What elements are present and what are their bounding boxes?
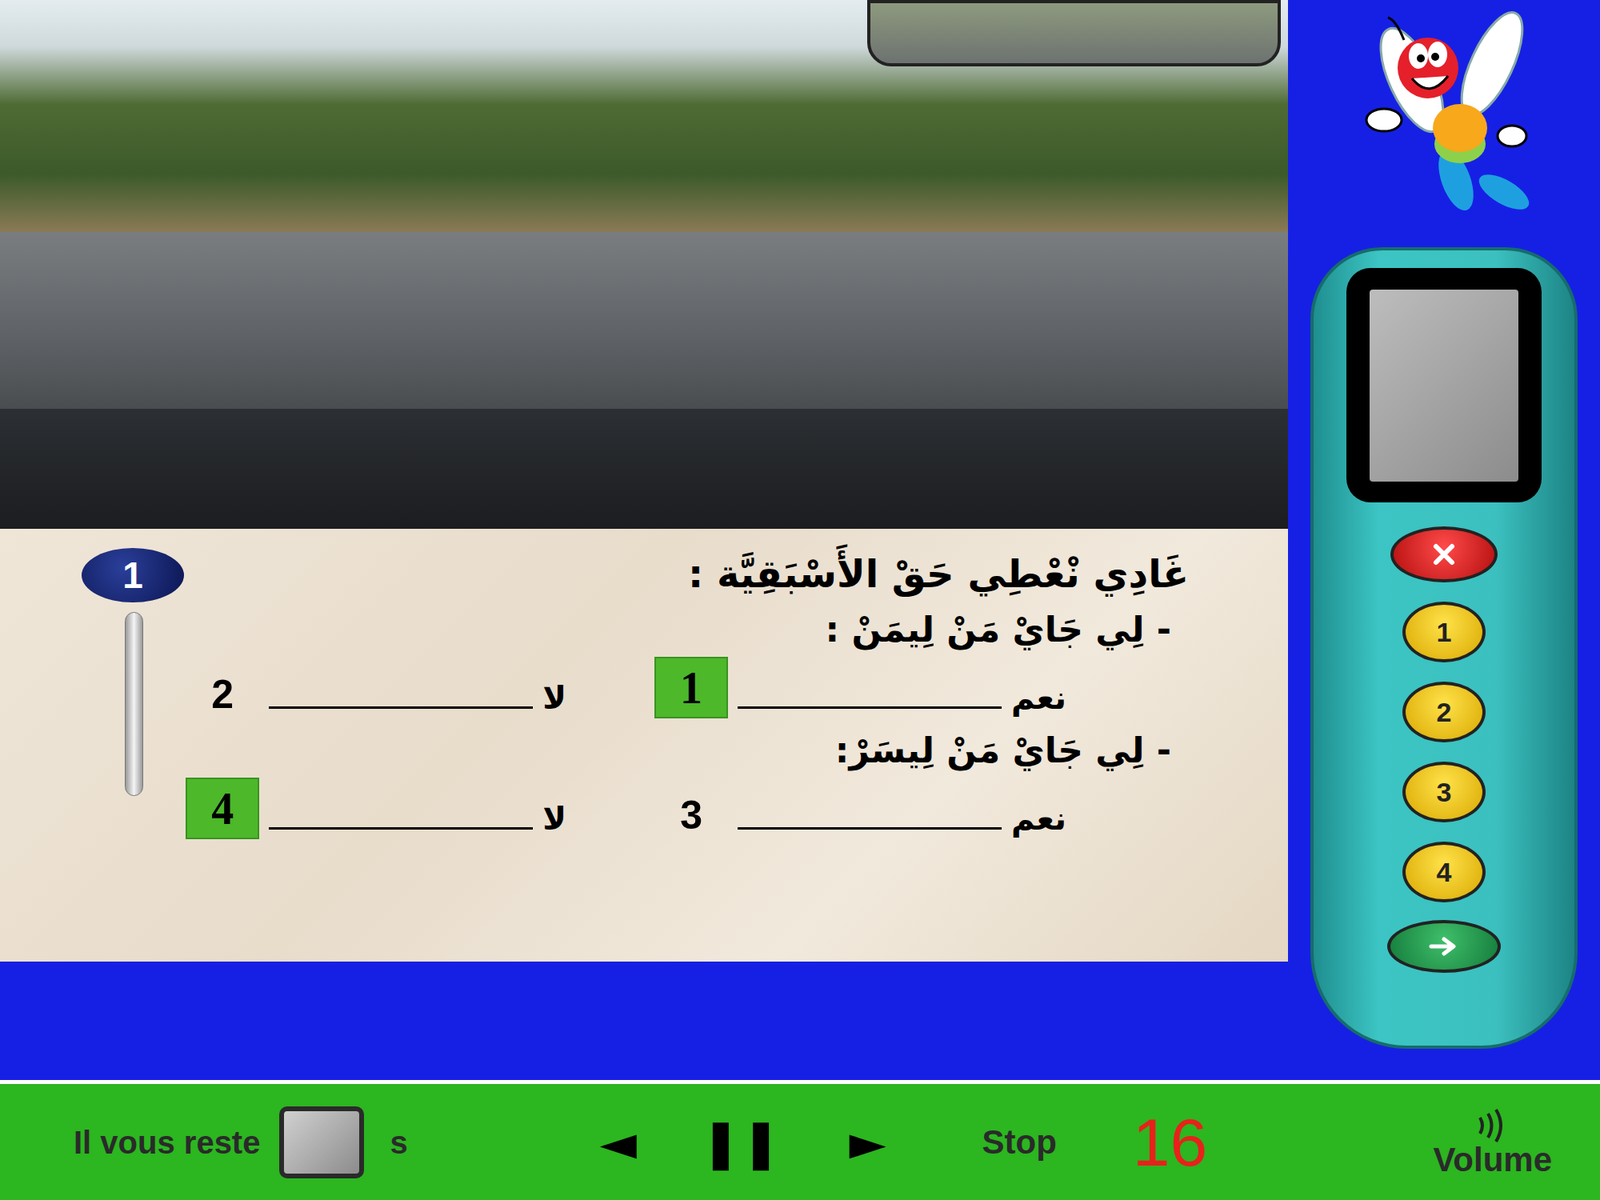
question-panel: 1غَادِي نْعْطِي حَقْ الأَسْبَقِيَّة :- ل… [0,528,1288,962]
group-label: - لِي جَايْ مَنْ لِيمَنْ : [0,602,1172,657]
previous-button[interactable]: ◄ [600,1118,637,1167]
option-number-selected: 1 [654,656,728,719]
volume-button[interactable]: Volume [1432,1108,1552,1177]
number-button[interactable]: 3 [1402,761,1486,823]
blue-strip [0,961,1288,1080]
option-line [737,827,1002,830]
answer-option[interactable]: نعم 3 [654,777,1067,840]
progress-bar [124,612,144,796]
option-line [268,827,533,830]
question-group: - لِي جَايْ مَنْ لِيسَرْ: نعم 3 لا 4 [0,723,1288,844]
answer-remote: 1 2 3 4 [1310,247,1578,1049]
cancel-button[interactable] [1390,526,1498,583]
road [0,232,1288,409]
number-button[interactable]: 4 [1402,841,1486,903]
option-line [737,706,1002,709]
option-number: 2 [185,656,260,719]
option-label: لا [542,676,567,719]
x-icon [1432,542,1456,567]
main-column: 1غَادِي نْعْطِي حَقْ الأَسْبَقِيَّة :- ل… [0,0,1288,1080]
option-line [268,706,533,709]
stop-button[interactable]: Stop [982,1116,1057,1168]
driving-test-app: 1غَادِي نْعْطِي حَقْ الأَسْبَقِيَّة :- ل… [0,0,1600,1200]
question-counter: 16 [1132,1108,1208,1176]
question-number-badge: 1 [81,548,184,603]
side-panel: 1 2 3 4 [1288,0,1600,1080]
dashboard [0,408,1288,529]
volume-label: Volume [1432,1143,1552,1177]
bee-mascot-icon [1340,8,1548,232]
pause-button[interactable]: ❚❚ [700,1118,782,1167]
validate-button[interactable] [1387,920,1501,973]
option-label: نعم [1011,797,1067,840]
option-label: نعم [1011,676,1067,719]
control-bar: Il vous reste s ◄ ❚❚ ► Stop 16 Volume [0,1080,1600,1200]
option-number: 3 [654,777,728,840]
remote-screen [1346,268,1542,503]
question-group: - لِي جَايْ مَنْ لِيمَنْ : نعم 1 لا 2 [0,602,1288,724]
remaining-time-box [279,1106,364,1179]
road-video-frame [0,0,1288,529]
rear-view-mirror [867,0,1281,67]
number-button[interactable]: 1 [1402,601,1486,663]
next-button[interactable]: ► [848,1118,886,1167]
remaining-unit: s [389,1118,408,1167]
answer-option[interactable]: لا 2 [185,656,567,719]
sound-waves-icon [1468,1108,1517,1144]
remaining-label: Il vous reste [73,1118,260,1167]
arrow-right-icon [1428,936,1460,957]
option-label: لا [542,797,567,840]
number-button[interactable]: 2 [1402,681,1486,743]
group-label: - لِي جَايْ مَنْ لِيسَرْ: [0,723,1172,778]
answer-option[interactable]: لا 4 [185,777,567,840]
option-number-selected: 4 [185,777,260,840]
answer-option[interactable]: نعم 1 [654,656,1067,719]
